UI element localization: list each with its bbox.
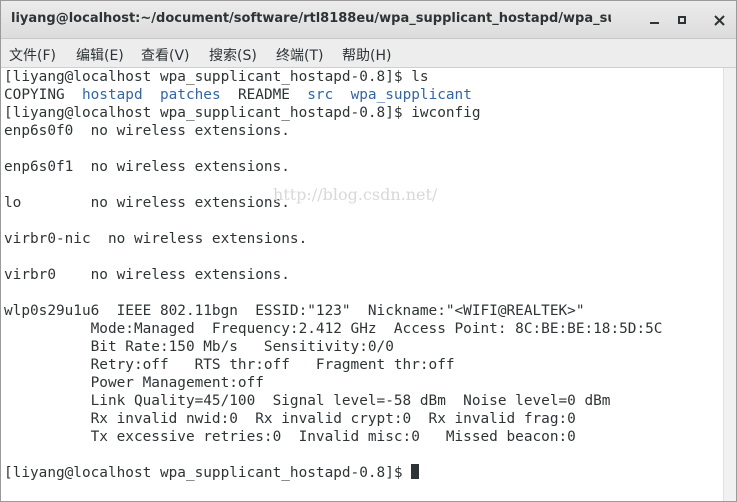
terminal-line: virbr0 no wireless extensions. (4, 266, 290, 284)
terminal-text: wlp0s29u1u6 IEEE 802.11bgn ESSID:"123" N… (4, 303, 585, 319)
terminal-text: Mode:Managed Frequency:2.412 GHz Access … (4, 321, 663, 337)
title-bar[interactable]: liyang@localhost:~/document/software/rtl… (1, 1, 736, 39)
terminal-line: Retry:off RTS thr:off Fragment thr:off (4, 356, 455, 374)
maximize-icon (678, 16, 686, 24)
terminal-text: [liyang@localhost wpa_supplicant_hostapd… (4, 105, 481, 121)
terminal-line: Tx excessive retries:0 Invalid misc:0 Mi… (4, 428, 576, 446)
terminal-line: Mode:Managed Frequency:2.412 GHz Access … (4, 320, 663, 338)
minimize-button[interactable] (644, 10, 664, 30)
terminal-line: COPYING hostapd patches README src wpa_s… (4, 86, 472, 104)
menu-help[interactable]: 帮助(H) (342, 45, 391, 65)
terminal-line: Link Quality=45/100 Signal level=-58 dBm… (4, 392, 611, 410)
terminal-text: enp6s0f0 no wireless extensions. (4, 123, 290, 139)
terminal-line: [liyang@localhost wpa_supplicant_hostapd… (4, 104, 481, 122)
terminal-line: Rx invalid nwid:0 Rx invalid crypt:0 Rx … (4, 410, 576, 428)
terminal-window: liyang@localhost:~/document/software/rtl… (0, 0, 737, 502)
watermark: http://blog.csdn.net/ (273, 185, 438, 204)
maximize-button[interactable] (672, 10, 692, 30)
terminal-text: Bit Rate:150 Mb/s Sensitivity:0/0 (4, 339, 394, 355)
terminal-text: README (220, 87, 308, 103)
directory-name: hostapd (81, 87, 143, 103)
terminal-text: virbr0-nic no wireless extensions. (4, 231, 308, 247)
directory-name: wpa_supplicant (350, 87, 472, 103)
minimize-icon (649, 22, 659, 24)
terminal-output[interactable]: [liyang@localhost wpa_supplicant_hostapd… (1, 68, 723, 501)
terminal-line: Bit Rate:150 Mb/s Sensitivity:0/0 (4, 338, 394, 356)
terminal-line: wlp0s29u1u6 IEEE 802.11bgn ESSID:"123" N… (4, 302, 584, 320)
vertical-scrollbar[interactable] (723, 68, 736, 501)
terminal-text: [liyang@localhost wpa_supplicant_hostapd… (4, 69, 429, 85)
menu-bar: 文件(F) 编辑(E) 查看(V) 搜索(S) 终端(T) 帮助(H) (1, 39, 736, 68)
terminal-text: virbr0 no wireless extensions. (4, 267, 290, 283)
close-button[interactable] (709, 10, 729, 30)
terminal-text: [liyang@localhost wpa_supplicant_hostapd… (4, 465, 412, 481)
terminal-text: enp6s0f1 no wireless extensions. (4, 159, 290, 175)
menu-search[interactable]: 搜索(S) (209, 45, 257, 65)
terminal-line: Power Management:off (4, 374, 264, 392)
terminal-line: enp6s0f1 no wireless extensions. (4, 158, 290, 176)
terminal-text: Tx excessive retries:0 Invalid misc:0 Mi… (4, 429, 576, 445)
window-title: liyang@localhost:~/document/software/rtl… (11, 11, 611, 26)
directory-name: src (307, 87, 334, 103)
terminal-text: Retry:off RTS thr:off Fragment thr:off (4, 357, 455, 373)
terminal-line: [liyang@localhost wpa_supplicant_hostapd… (4, 464, 420, 482)
terminal-cursor (411, 464, 420, 479)
close-icon (713, 14, 725, 26)
terminal-text: lo no wireless extensions. (4, 195, 290, 211)
terminal-text: Power Management:off (4, 375, 264, 391)
menu-file[interactable]: 文件(F) (9, 45, 56, 65)
terminal-line: lo no wireless extensions. (4, 194, 290, 212)
directory-name: patches (159, 87, 221, 103)
menu-view[interactable]: 查看(V) (141, 45, 190, 65)
terminal-line: virbr0-nic no wireless extensions. (4, 230, 307, 248)
terminal-line: [liyang@localhost wpa_supplicant_hostapd… (4, 68, 429, 86)
menu-edit[interactable]: 编辑(E) (76, 45, 124, 65)
terminal-text: Rx invalid nwid:0 Rx invalid crypt:0 Rx … (4, 411, 576, 427)
menu-terminal[interactable]: 终端(T) (276, 45, 323, 65)
terminal-text: Link Quality=45/100 Signal level=-58 dBm… (4, 393, 611, 409)
terminal-text: COPYING (4, 87, 82, 103)
terminal-line: enp6s0f0 no wireless extensions. (4, 122, 290, 140)
